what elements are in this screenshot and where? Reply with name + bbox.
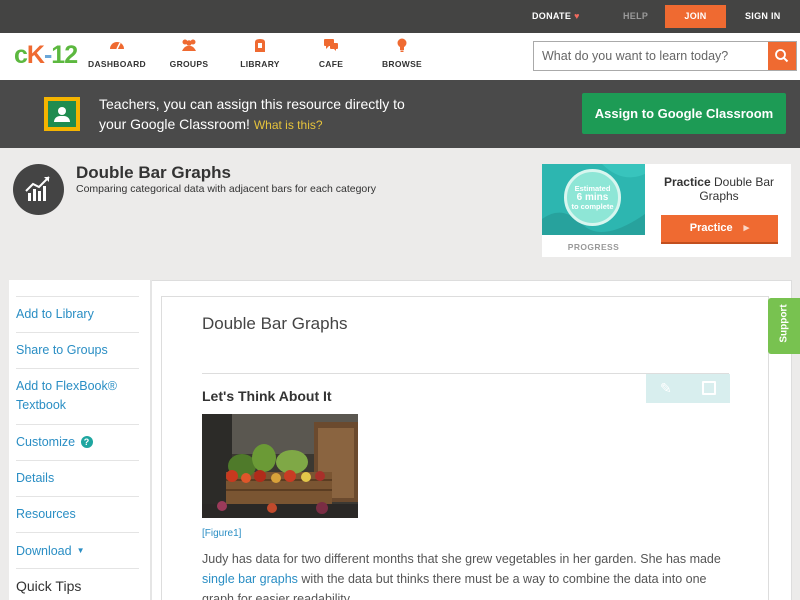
progress-label: PROGRESS <box>567 242 620 252</box>
sidebar-item-quick-tips[interactable]: Quick Tips <box>16 568 139 600</box>
page-title: Double Bar Graphs <box>76 163 231 182</box>
nav-cafe-label: CAFE <box>318 59 344 69</box>
caret-down-icon: ▼ <box>76 546 85 555</box>
logo-num: 12 <box>51 41 78 69</box>
search-button[interactable] <box>768 42 796 70</box>
sidebar-item-details[interactable]: Details <box>16 460 139 496</box>
nav-browse-label: BROWSE <box>381 59 423 69</box>
practice-button[interactable]: Practice ▸ <box>661 215 778 244</box>
nav-dashboard[interactable]: DASHBOARD <box>82 38 152 69</box>
top-bar: DONATE ♥ HELP JOIN SIGN IN <box>0 0 800 33</box>
sidebar-item-add-to-flexbook[interactable]: Add to FlexBook® Textbook <box>16 368 139 424</box>
section-heading: Let's Think About It <box>202 388 332 404</box>
figure-caption[interactable]: [Figure1] <box>202 528 241 539</box>
practice-title-rest: Double Bar Graphs <box>699 175 775 203</box>
paragraph-text-b: with the data but thinks there must be a… <box>301 572 707 586</box>
notes-icon[interactable] <box>702 381 716 395</box>
google-classroom-icon <box>44 97 80 131</box>
paragraph-text-c: graph for easier readability. <box>202 592 353 600</box>
page-subtitle: Comparing categorical data with adjacent… <box>76 183 376 195</box>
textbook-label: Textbook <box>16 398 67 412</box>
banner-line-2: your Google Classroom! <box>99 116 250 132</box>
sidebar-item-resources[interactable]: Resources <box>16 496 139 532</box>
customize-label: Customize <box>16 435 76 449</box>
support-label: Support <box>778 304 790 343</box>
banner-line-1: Teachers, you can assign this resource d… <box>99 96 405 112</box>
nav-cafe[interactable]: CAFE <box>296 38 366 69</box>
cafe-icon <box>296 38 366 56</box>
nav-groups-label: GROUPS <box>169 59 209 69</box>
sidebar-divider <box>150 280 152 600</box>
practice-button-label: Practice <box>689 222 733 234</box>
ck12-logo[interactable]: cK-12 <box>14 41 78 69</box>
nav-browse[interactable]: BROWSE <box>367 38 437 69</box>
help-icon[interactable]: ? <box>80 436 93 448</box>
nav-library-label: LIBRARY <box>240 59 280 69</box>
banner-text: Teachers, you can assign this resource d… <box>99 94 519 135</box>
chevron-right-icon: ▸ <box>743 222 750 234</box>
sidebar-item-add-to-library[interactable]: Add to Library <box>16 296 139 332</box>
sidebar: Add to Library Share to Groups Add to Fl… <box>9 280 150 600</box>
sidebar-item-share-to-groups[interactable]: Share to Groups <box>16 332 139 368</box>
progress-to-complete: to complete <box>571 202 614 211</box>
edit-tools: ✎ <box>646 374 730 403</box>
concept-icon <box>13 164 64 215</box>
single-bar-graphs-link[interactable]: single bar graphs <box>202 572 298 586</box>
search-box <box>533 41 797 71</box>
groups-icon <box>154 38 224 56</box>
article-paragraph: Judy has data for two different months t… <box>202 549 732 600</box>
support-tab[interactable]: Support <box>768 298 800 354</box>
what-is-this-link[interactable]: What is this? <box>254 118 323 132</box>
article-title: Double Bar Graphs <box>202 314 348 333</box>
progress-circle: Estimated 6 mins to complete <box>564 169 621 226</box>
practice-title-bold: Practice <box>663 175 711 189</box>
dashboard-icon <box>82 38 152 56</box>
search-icon <box>775 49 789 63</box>
nav-library[interactable]: LIBRARY <box>225 38 295 69</box>
heart-icon: ♥ <box>574 11 580 21</box>
join-button[interactable]: JOIN <box>665 5 726 28</box>
assign-google-classroom-button[interactable]: Assign to Google Classroom <box>582 93 786 134</box>
donate-link[interactable]: DONATE ♥ <box>532 11 580 21</box>
practice-card: Estimated 6 mins to complete PROGRESS Pr… <box>542 164 791 257</box>
download-label: Download <box>16 544 72 558</box>
paragraph-text-a: Judy has data for two different months t… <box>202 552 721 566</box>
browse-icon <box>367 38 437 56</box>
nav-groups[interactable]: GROUPS <box>154 38 224 69</box>
practice-progress-image: Estimated 6 mins to complete <box>542 164 645 235</box>
flexbook-label: Add to FlexBook® <box>16 379 117 393</box>
sidebar-item-download[interactable]: Download ▼ <box>16 532 139 568</box>
sidebar-item-customize[interactable]: Customize ? <box>16 424 139 460</box>
help-link[interactable]: HELP <box>623 11 648 21</box>
main-nav: cK-12 DASHBOARD GROUPS LIBRARY CAFE BROW… <box>0 33 800 80</box>
library-icon <box>225 38 295 56</box>
pencil-icon[interactable]: ✎ <box>660 380 672 397</box>
logo-c: c <box>14 41 28 69</box>
vegetables-photo <box>202 414 358 518</box>
donate-label: DONATE <box>532 11 572 21</box>
search-input[interactable] <box>534 42 769 70</box>
practice-title: Practice Double Bar Graphs <box>654 175 784 203</box>
sign-in-link[interactable]: SIGN IN <box>745 11 781 21</box>
nav-dashboard-label: DASHBOARD <box>88 59 146 69</box>
logo-k: K <box>26 41 45 69</box>
